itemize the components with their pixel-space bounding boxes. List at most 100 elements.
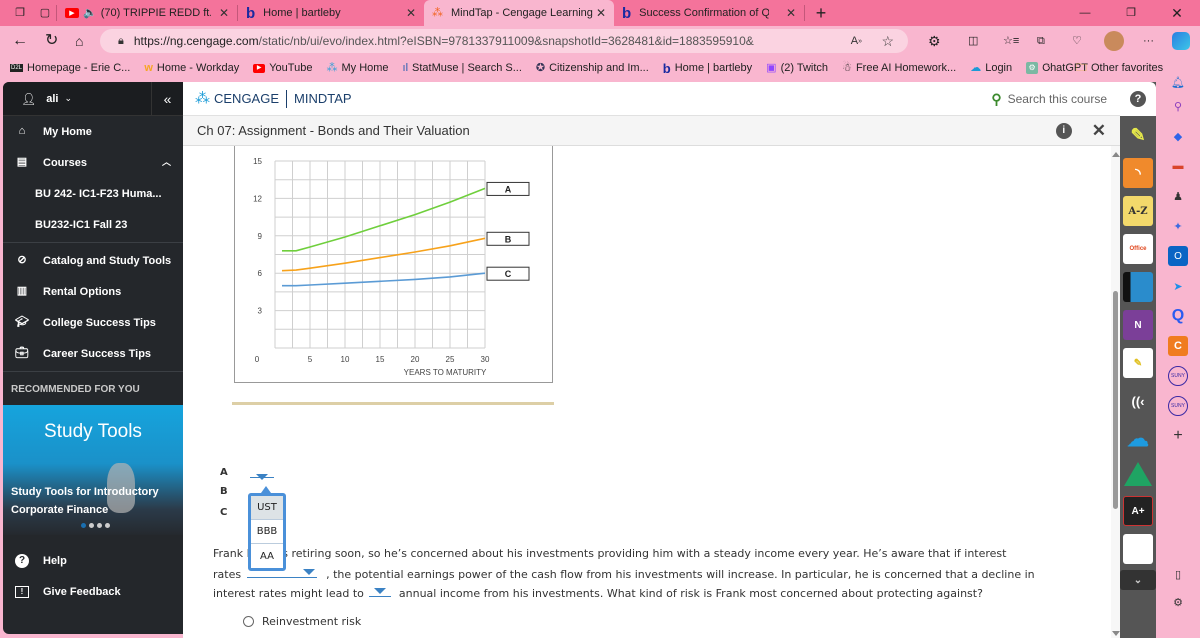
carousel-dot[interactable] <box>89 523 94 528</box>
chevron-up-icon[interactable]: ︿ <box>162 158 171 167</box>
favorites-icon[interactable]: ☆≡ <box>1003 35 1019 47</box>
content-scrollbar[interactable] <box>1111 146 1120 638</box>
suny-icon[interactable]: SUNY <box>1168 366 1188 386</box>
read-aloud-icon[interactable]: ((‹ <box>1123 386 1153 416</box>
settings-icon[interactable]: ⚙ <box>1168 592 1188 612</box>
sidebar-item-rental[interactable]: ▥ Rental Options <box>3 276 183 307</box>
rss-icon[interactable]: ◝ <box>1123 158 1153 188</box>
answer-option-reinvestment[interactable]: Reinvestment risk <box>243 615 361 628</box>
scroll-up-icon[interactable] <box>1112 152 1120 157</box>
c-icon[interactable]: C <box>1168 336 1188 356</box>
read-aloud-icon[interactable]: A» <box>851 35 862 47</box>
dropdown-option-aa[interactable]: AA <box>251 544 283 568</box>
pen-highlighter-icon[interactable]: ✎ <box>1123 120 1153 150</box>
close-window-icon[interactable]: ✕ <box>1154 6 1200 20</box>
onenote-icon[interactable]: N <box>1123 310 1153 340</box>
tab-bartleby[interactable]: b Home | bartleby ✕ <box>238 0 424 26</box>
a-z-icon[interactable]: A-Z <box>1123 196 1153 226</box>
close-tab-icon[interactable]: ✕ <box>786 6 796 20</box>
more-icon[interactable]: ··· <box>1143 35 1154 47</box>
copilot-icon[interactable]: ✦ <box>1168 216 1188 236</box>
split-screen-icon[interactable]: ◫ <box>968 35 978 47</box>
favorite-homepage[interactable]: D2L Homepage - Erie C... <box>10 62 130 74</box>
income-dropdown[interactable] <box>369 585 392 597</box>
close-tab-icon[interactable]: ✕ <box>406 6 416 20</box>
notification-bell-icon[interactable]: 🔔︎ <box>1168 72 1188 92</box>
office-icon[interactable]: Office <box>1123 234 1153 264</box>
close-icon[interactable]: ✕ <box>1092 122 1106 139</box>
dropdown-option-ust[interactable]: UST <box>251 496 283 520</box>
back-icon[interactable]: ← <box>12 33 28 49</box>
carousel-dot[interactable] <box>105 523 110 528</box>
favorite-star-icon[interactable]: ☆ <box>881 34 894 48</box>
tab-mindtap[interactable]: ⁂ MindTap - Cengage Learning ✕ <box>424 0 614 26</box>
sidebar-item-career-tips[interactable]: 💼︎ Career Success Tips <box>3 338 183 369</box>
radio-button[interactable] <box>243 616 254 627</box>
add-icon[interactable]: + <box>1168 426 1188 446</box>
favorite-youtube[interactable]: ▶ YouTube <box>253 62 312 74</box>
user-name[interactable]: ali <box>46 93 58 105</box>
tab-youtube[interactable]: ▶ 🔈 (70) TRIPPIE REDD ft. 6IX9IN ✕ <box>57 0 237 26</box>
google-drive-icon[interactable] <box>1124 462 1152 486</box>
search-icon[interactable]: ⚲ <box>991 92 1001 106</box>
collapse-sidebar-icon[interactable]: « <box>151 82 183 116</box>
speaker-icon[interactable]: 🔈 <box>83 7 97 19</box>
favorite-ai-homework[interactable]: ☃ Free AI Homework... <box>842 62 956 74</box>
suny-icon[interactable]: SUNY <box>1168 396 1188 416</box>
favorite-bartleby[interactable]: b Home | bartleby <box>663 62 752 75</box>
other-favorites[interactable]: 🗀 Other favorites <box>1076 62 1163 74</box>
favorite-citizenship[interactable]: ✪ Citizenship and Im... <box>536 62 649 74</box>
url-field[interactable]: 🔒︎ https://ng.cengage.com/static/nb/ui/e… <box>100 29 908 53</box>
favorite-workday[interactable]: w Home - Workday <box>144 62 239 74</box>
home-icon[interactable]: ⌂ <box>75 34 83 48</box>
carousel-dot-active[interactable] <box>81 523 86 528</box>
book-blue-icon[interactable] <box>1123 272 1153 302</box>
sidebar-item-feedback[interactable]: ! Give Feedback <box>3 576 183 607</box>
favorite-login[interactable]: ☁ Login <box>970 62 1012 74</box>
dropdown-option-bbb[interactable]: BBB <box>251 520 283 544</box>
copilot-icon[interactable] <box>1172 32 1190 50</box>
collapse-dock-icon[interactable]: ⌄ <box>1120 570 1156 590</box>
q-icon[interactable]: Q <box>1168 306 1188 326</box>
restore-icon[interactable]: ❐ <box>1108 7 1154 19</box>
study-tools-promo[interactable]: Study Tools Study Tools for Introductory… <box>3 405 183 535</box>
grade-icon[interactable]: A+ <box>1123 496 1153 526</box>
outlook-icon[interactable]: O <box>1168 246 1188 266</box>
favorite-statmuse[interactable]: ıl StatMuse | Search S... <box>403 62 522 74</box>
help-icon[interactable]: ? <box>1120 82 1156 116</box>
notes-icon[interactable]: ✎ <box>1123 348 1153 378</box>
tab-actions-icon[interactable]: ▢ <box>34 7 56 19</box>
toolbox-icon[interactable]: ▬ <box>1168 156 1188 176</box>
sidebar-course-item[interactable]: BU 242- IC1-F23 Huma... <box>3 178 183 209</box>
collections-icon[interactable]: ⧉ <box>1037 35 1045 47</box>
sidebar-course-item[interactable]: BU232-IC1 Fall 23 <box>3 209 183 240</box>
info-icon[interactable]: i <box>1055 122 1072 139</box>
chevron-down-icon[interactable]: ⌄ <box>64 94 72 103</box>
tag-icon[interactable]: ◆ <box>1168 126 1188 146</box>
sidebar-item-courses[interactable]: ▤ Courses ︿ <box>3 147 183 178</box>
chevron-right-icon[interactable]: › <box>1047 62 1051 74</box>
match-dropdown-a[interactable] <box>250 469 274 480</box>
sidebar-item-help[interactable]: ? Help <box>3 545 183 576</box>
extensions-icon[interactable]: ⚙ <box>928 34 941 48</box>
games-icon[interactable]: ♟ <box>1168 186 1188 206</box>
sidebar-item-catalog[interactable]: ⊘ Catalog and Study Tools <box>3 245 183 276</box>
sidebar-item-college-tips[interactable]: 🎓︎ College Success Tips <box>3 307 183 338</box>
profile-avatar[interactable] <box>1104 31 1124 51</box>
favorite-my-home[interactable]: ⁂ My Home <box>326 62 388 74</box>
favorite-twitch[interactable]: ▣ (2) Twitch <box>766 62 828 74</box>
minimize-icon[interactable]: — <box>1062 7 1108 19</box>
flashcards-icon[interactable] <box>1123 534 1153 564</box>
new-tab-button[interactable]: + <box>809 4 833 22</box>
onedrive-icon[interactable]: ☁ <box>1123 424 1153 454</box>
health-icon[interactable]: ♡ <box>1072 35 1082 47</box>
close-tab-icon[interactable]: ✕ <box>219 6 229 20</box>
workspaces-icon[interactable]: ❐ <box>6 7 34 19</box>
send-icon[interactable]: ➤ <box>1168 276 1188 296</box>
course-search-input[interactable]: Search this course <box>1008 92 1107 106</box>
search-icon[interactable]: ⚲ <box>1168 96 1188 116</box>
scroll-thumb[interactable] <box>1113 291 1118 509</box>
scroll-down-icon[interactable] <box>1112 631 1120 636</box>
refresh-icon[interactable]: ↻ <box>45 33 58 49</box>
close-tab-icon[interactable]: ✕ <box>596 6 606 20</box>
